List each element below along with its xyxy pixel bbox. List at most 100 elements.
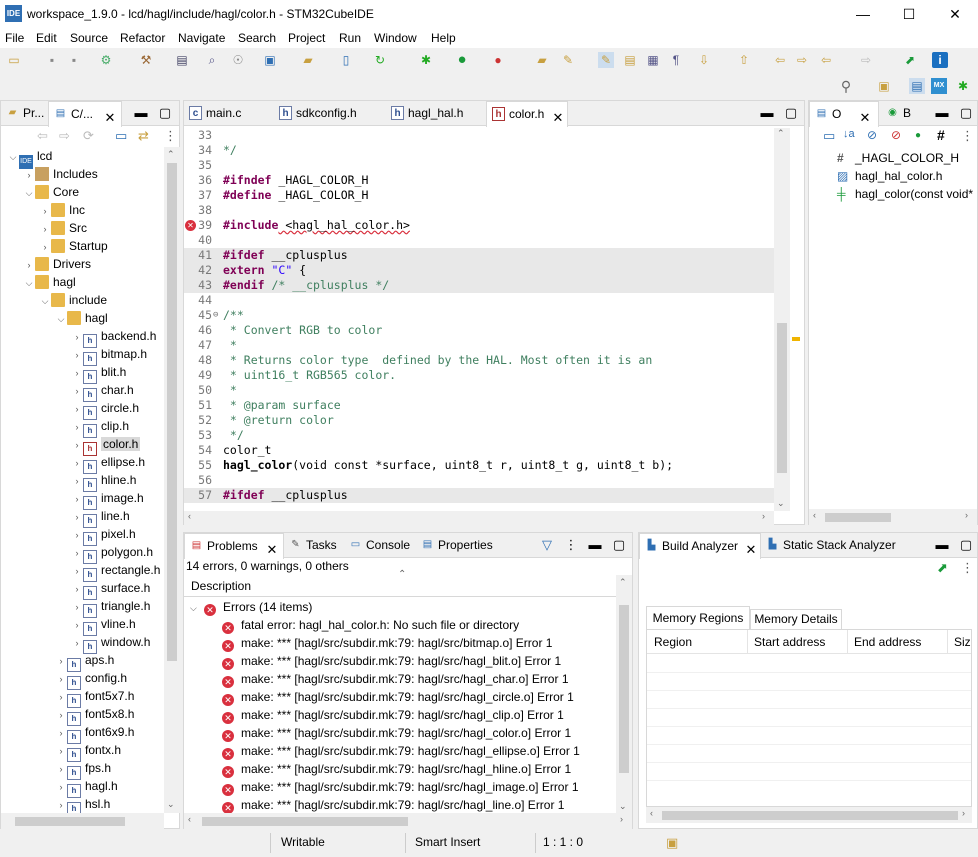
- collapse-chevron-icon[interactable]: ›: [71, 508, 83, 526]
- tree-item[interactable]: › h clip.h: [71, 417, 129, 438]
- collapse-chevron-icon[interactable]: ›: [55, 760, 67, 778]
- filter-icon[interactable]: ▽: [540, 537, 554, 553]
- code-line[interactable]: 36 #ifndef _HAGL_COLOR_H: [184, 173, 774, 188]
- collapse-chevron-icon[interactable]: ›: [71, 472, 83, 490]
- overview-ruler-marker[interactable]: [792, 337, 800, 341]
- build-settings-icon[interactable]: ⚙: [98, 52, 114, 68]
- scroll-thumb[interactable]: [167, 163, 177, 661]
- collapse-chevron-icon[interactable]: ›: [39, 202, 51, 220]
- problem-row[interactable]: ✕ make: *** [hagl/src/subdir.mk:79: hagl/…: [222, 634, 552, 652]
- h-scroll-thumb[interactable]: [15, 817, 125, 826]
- scroll-left-icon[interactable]: ‹: [650, 808, 653, 818]
- tab-build-targets[interactable]: ◉ B: [881, 101, 921, 126]
- menu-window[interactable]: Window: [374, 31, 417, 45]
- status-insert-mode[interactable]: Smart Insert: [415, 835, 480, 849]
- end-address-column[interactable]: End address: [854, 635, 921, 649]
- binary-icon[interactable]: ▤: [174, 52, 190, 68]
- pilcrow-icon[interactable]: ¶: [668, 52, 684, 68]
- tree-item[interactable]: ⌵ hagl: [23, 273, 76, 291]
- collapse-chevron-icon[interactable]: ›: [55, 796, 67, 813]
- collapse-chevron-icon[interactable]: ›: [71, 598, 83, 616]
- refresh-analysis-icon[interactable]: ⬈: [937, 560, 948, 576]
- tab-memory-details[interactable]: Memory Details: [750, 609, 842, 629]
- back-edit-icon[interactable]: ⇦: [772, 52, 788, 68]
- scroll-up-icon[interactable]: ⌃: [167, 149, 175, 160]
- collapse-chevron-icon[interactable]: ›: [71, 562, 83, 580]
- minimize-button[interactable]: —: [840, 0, 886, 28]
- code-line[interactable]: 45 ⊖ /**: [184, 308, 774, 323]
- code-line[interactable]: 56: [184, 473, 774, 488]
- code-line[interactable]: 42 extern "C" {: [184, 263, 774, 278]
- tab-project-explorer[interactable]: ▰ Pr...: [1, 101, 46, 126]
- view-menu-icon[interactable]: ⋮: [564, 537, 578, 553]
- scroll-left-icon[interactable]: ‹: [188, 814, 191, 824]
- code-line[interactable]: 51 * @param surface: [184, 398, 774, 413]
- scroll-down-icon[interactable]: ⌄: [167, 799, 175, 810]
- collapse-chevron-icon[interactable]: ›: [55, 778, 67, 796]
- debug-bug-icon[interactable]: ✱: [418, 52, 434, 68]
- scroll-right-icon[interactable]: ›: [962, 808, 965, 818]
- collapse-all-icon[interactable]: ▭: [115, 128, 127, 144]
- nav-forward-icon[interactable]: ⇨: [59, 128, 70, 144]
- forward-icon[interactable]: ⇨: [858, 52, 874, 68]
- minimize-view-icon[interactable]: ▬: [935, 105, 949, 120]
- problem-row[interactable]: ✕ make: *** [hagl/src/subdir.mk:79: hagl/…: [222, 652, 561, 670]
- tree-item[interactable]: › Includes: [23, 165, 98, 183]
- menu-file[interactable]: File: [5, 31, 24, 45]
- tree-item[interactable]: › h bitmap.h: [71, 345, 147, 366]
- code-line[interactable]: 53 */: [184, 428, 774, 443]
- debug-config-icon[interactable]: ☉: [230, 52, 246, 68]
- expand-chevron-icon[interactable]: ⌵: [23, 274, 35, 292]
- collapse-chevron-icon[interactable]: ›: [71, 490, 83, 508]
- collapse-chevron-icon[interactable]: ›: [55, 670, 67, 688]
- collapse-chevron-icon[interactable]: ›: [71, 454, 83, 472]
- tab-hagl-hal-h[interactable]: h hagl_hal.h: [386, 101, 486, 126]
- open-perspective-icon-2[interactable]: ▣: [876, 78, 892, 94]
- tree-item[interactable]: ⌵ include: [39, 291, 107, 309]
- new-folder-icon[interactable]: ▰: [300, 52, 316, 68]
- open-folder-icon[interactable]: ▰: [534, 52, 550, 68]
- view-menu-icon[interactable]: ⋮: [961, 128, 974, 144]
- save-all-icon[interactable]: ▪: [66, 52, 82, 68]
- menu-help[interactable]: Help: [431, 31, 456, 45]
- maximize-editor-icon[interactable]: ▢: [784, 105, 798, 121]
- view-menu-icon[interactable]: ⋮: [961, 560, 974, 576]
- new-source-icon[interactable]: ▯: [338, 52, 354, 68]
- description-column[interactable]: Description: [191, 579, 251, 593]
- scroll-right-icon[interactable]: ›: [965, 510, 968, 520]
- code-line[interactable]: 54 color_t: [184, 443, 774, 458]
- maximize-view-icon[interactable]: ▢: [612, 537, 626, 553]
- tree-item[interactable]: › h fontx.h: [55, 741, 121, 762]
- search-icon[interactable]: ⚲: [838, 78, 854, 94]
- region-column[interactable]: Region: [654, 635, 692, 649]
- problem-row[interactable]: ✕ make: *** [hagl/src/subdir.mk:79: hagl/…: [222, 796, 564, 813]
- mx-perspective-icon[interactable]: MX: [931, 78, 947, 94]
- problems-vertical-scrollbar[interactable]: ⌃ ⌄: [616, 575, 632, 813]
- view-menu-icon[interactable]: ⋮: [164, 128, 177, 144]
- open-perspective-icon[interactable]: ⬈: [902, 52, 918, 68]
- collapse-chevron-icon[interactable]: ›: [39, 220, 51, 238]
- tree-item[interactable]: › h image.h: [71, 489, 144, 510]
- problem-row[interactable]: ✕ make: *** [hagl/src/subdir.mk:79: hagl/…: [222, 724, 571, 742]
- tree-item[interactable]: › h pixel.h: [71, 525, 136, 546]
- problems-column-header[interactable]: Description ⌃: [184, 569, 632, 597]
- maximize-button[interactable]: ☐: [886, 0, 932, 28]
- new-project-icon[interactable]: ▣: [262, 52, 278, 68]
- hide-nonpublic-icon[interactable]: ●: [915, 130, 921, 141]
- scroll-up-icon[interactable]: ⌃: [777, 128, 785, 139]
- scroll-thumb[interactable]: [619, 605, 629, 773]
- build-hammer-icon[interactable]: ⚒: [138, 52, 154, 68]
- close-tab-icon[interactable]: ✕: [551, 106, 565, 130]
- tab-properties[interactable]: ▤ Properties: [416, 533, 502, 558]
- tab-static-stack-analyzer[interactable]: ▙ Static Stack Analyzer: [761, 533, 911, 558]
- status-cursor-position[interactable]: 1 : 1 : 0: [543, 835, 583, 849]
- tree-item[interactable]: › h config.h: [55, 669, 127, 690]
- tree-item[interactable]: › h circle.h: [71, 399, 139, 420]
- outline-horizontal-scrollbar[interactable]: ‹ ›: [809, 509, 977, 525]
- group-includes-icon[interactable]: #: [937, 127, 945, 143]
- collapse-chevron-icon[interactable]: ›: [55, 706, 67, 724]
- minimize-view-icon[interactable]: ▬: [588, 537, 602, 552]
- tab-memory-regions[interactable]: Memory Regions: [646, 606, 750, 629]
- tree-item[interactable]: › h font6x9.h: [55, 723, 134, 744]
- collapse-chevron-icon[interactable]: ›: [71, 364, 83, 382]
